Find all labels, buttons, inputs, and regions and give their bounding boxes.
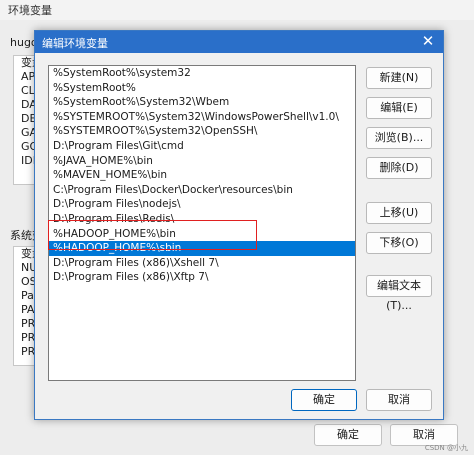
- edit-env-variable-dialog: 编辑环境变量 ✕ %SystemRoot%\system32 %SystemRoo…: [34, 30, 444, 420]
- new-button[interactable]: 新建(N): [366, 67, 432, 89]
- watermark: CSDN @小九: [424, 444, 468, 452]
- browse-button[interactable]: 浏览(B)...: [366, 127, 432, 149]
- delete-button[interactable]: 删除(D): [366, 157, 432, 179]
- edit-text-button[interactable]: 编辑文本(T)...: [366, 275, 432, 312]
- path-list-item[interactable]: %JAVA_HOME%\bin: [49, 154, 355, 169]
- move-down-button[interactable]: 下移(O): [366, 232, 432, 254]
- path-list-item[interactable]: D:\Program Files\Redis\: [49, 212, 355, 227]
- path-list-item[interactable]: D:\Program Files (x86)\Xftp 7\: [49, 270, 355, 285]
- path-list-item[interactable]: %SystemRoot%\System32\Wbem: [49, 95, 355, 110]
- background-ok-button[interactable]: 确定: [314, 424, 382, 446]
- path-list-item[interactable]: D:\Program Files\nodejs\: [49, 197, 355, 212]
- path-list-item[interactable]: C:\Program Files\Docker\Docker\resources…: [49, 183, 355, 198]
- dialog-title: 编辑环境变量: [42, 37, 108, 50]
- close-icon[interactable]: ✕: [419, 32, 437, 50]
- move-up-button[interactable]: 上移(U): [366, 202, 432, 224]
- path-list-item[interactable]: %HADOOP_HOME%\bin: [49, 227, 355, 242]
- path-list-item[interactable]: %SYSTEMROOT%\System32\WindowsPowerShell\…: [49, 110, 355, 125]
- dialog-titlebar[interactable]: 编辑环境变量 ✕: [35, 31, 443, 53]
- background-window-title: 环境变量: [8, 4, 52, 17]
- path-list-item[interactable]: %SystemRoot%\system32: [49, 66, 355, 81]
- background-titlebar: 环境变量: [0, 0, 474, 20]
- path-list[interactable]: %SystemRoot%\system32 %SystemRoot% %System…: [48, 65, 356, 381]
- path-list-item[interactable]: D:\Program Files (x86)\Xshell 7\: [49, 256, 355, 271]
- cancel-button[interactable]: 取消: [366, 389, 432, 411]
- edit-button[interactable]: 编辑(E): [366, 97, 432, 119]
- path-list-item[interactable]: %SystemRoot%: [49, 81, 355, 96]
- path-list-item[interactable]: %SYSTEMROOT%\System32\OpenSSH\: [49, 124, 355, 139]
- path-list-item[interactable]: %HADOOP_HOME%\sbin: [49, 241, 355, 256]
- path-list-item[interactable]: D:\Program Files\Git\cmd: [49, 139, 355, 154]
- ok-button[interactable]: 确定: [291, 389, 357, 411]
- path-list-item[interactable]: %MAVEN_HOME%\bin: [49, 168, 355, 183]
